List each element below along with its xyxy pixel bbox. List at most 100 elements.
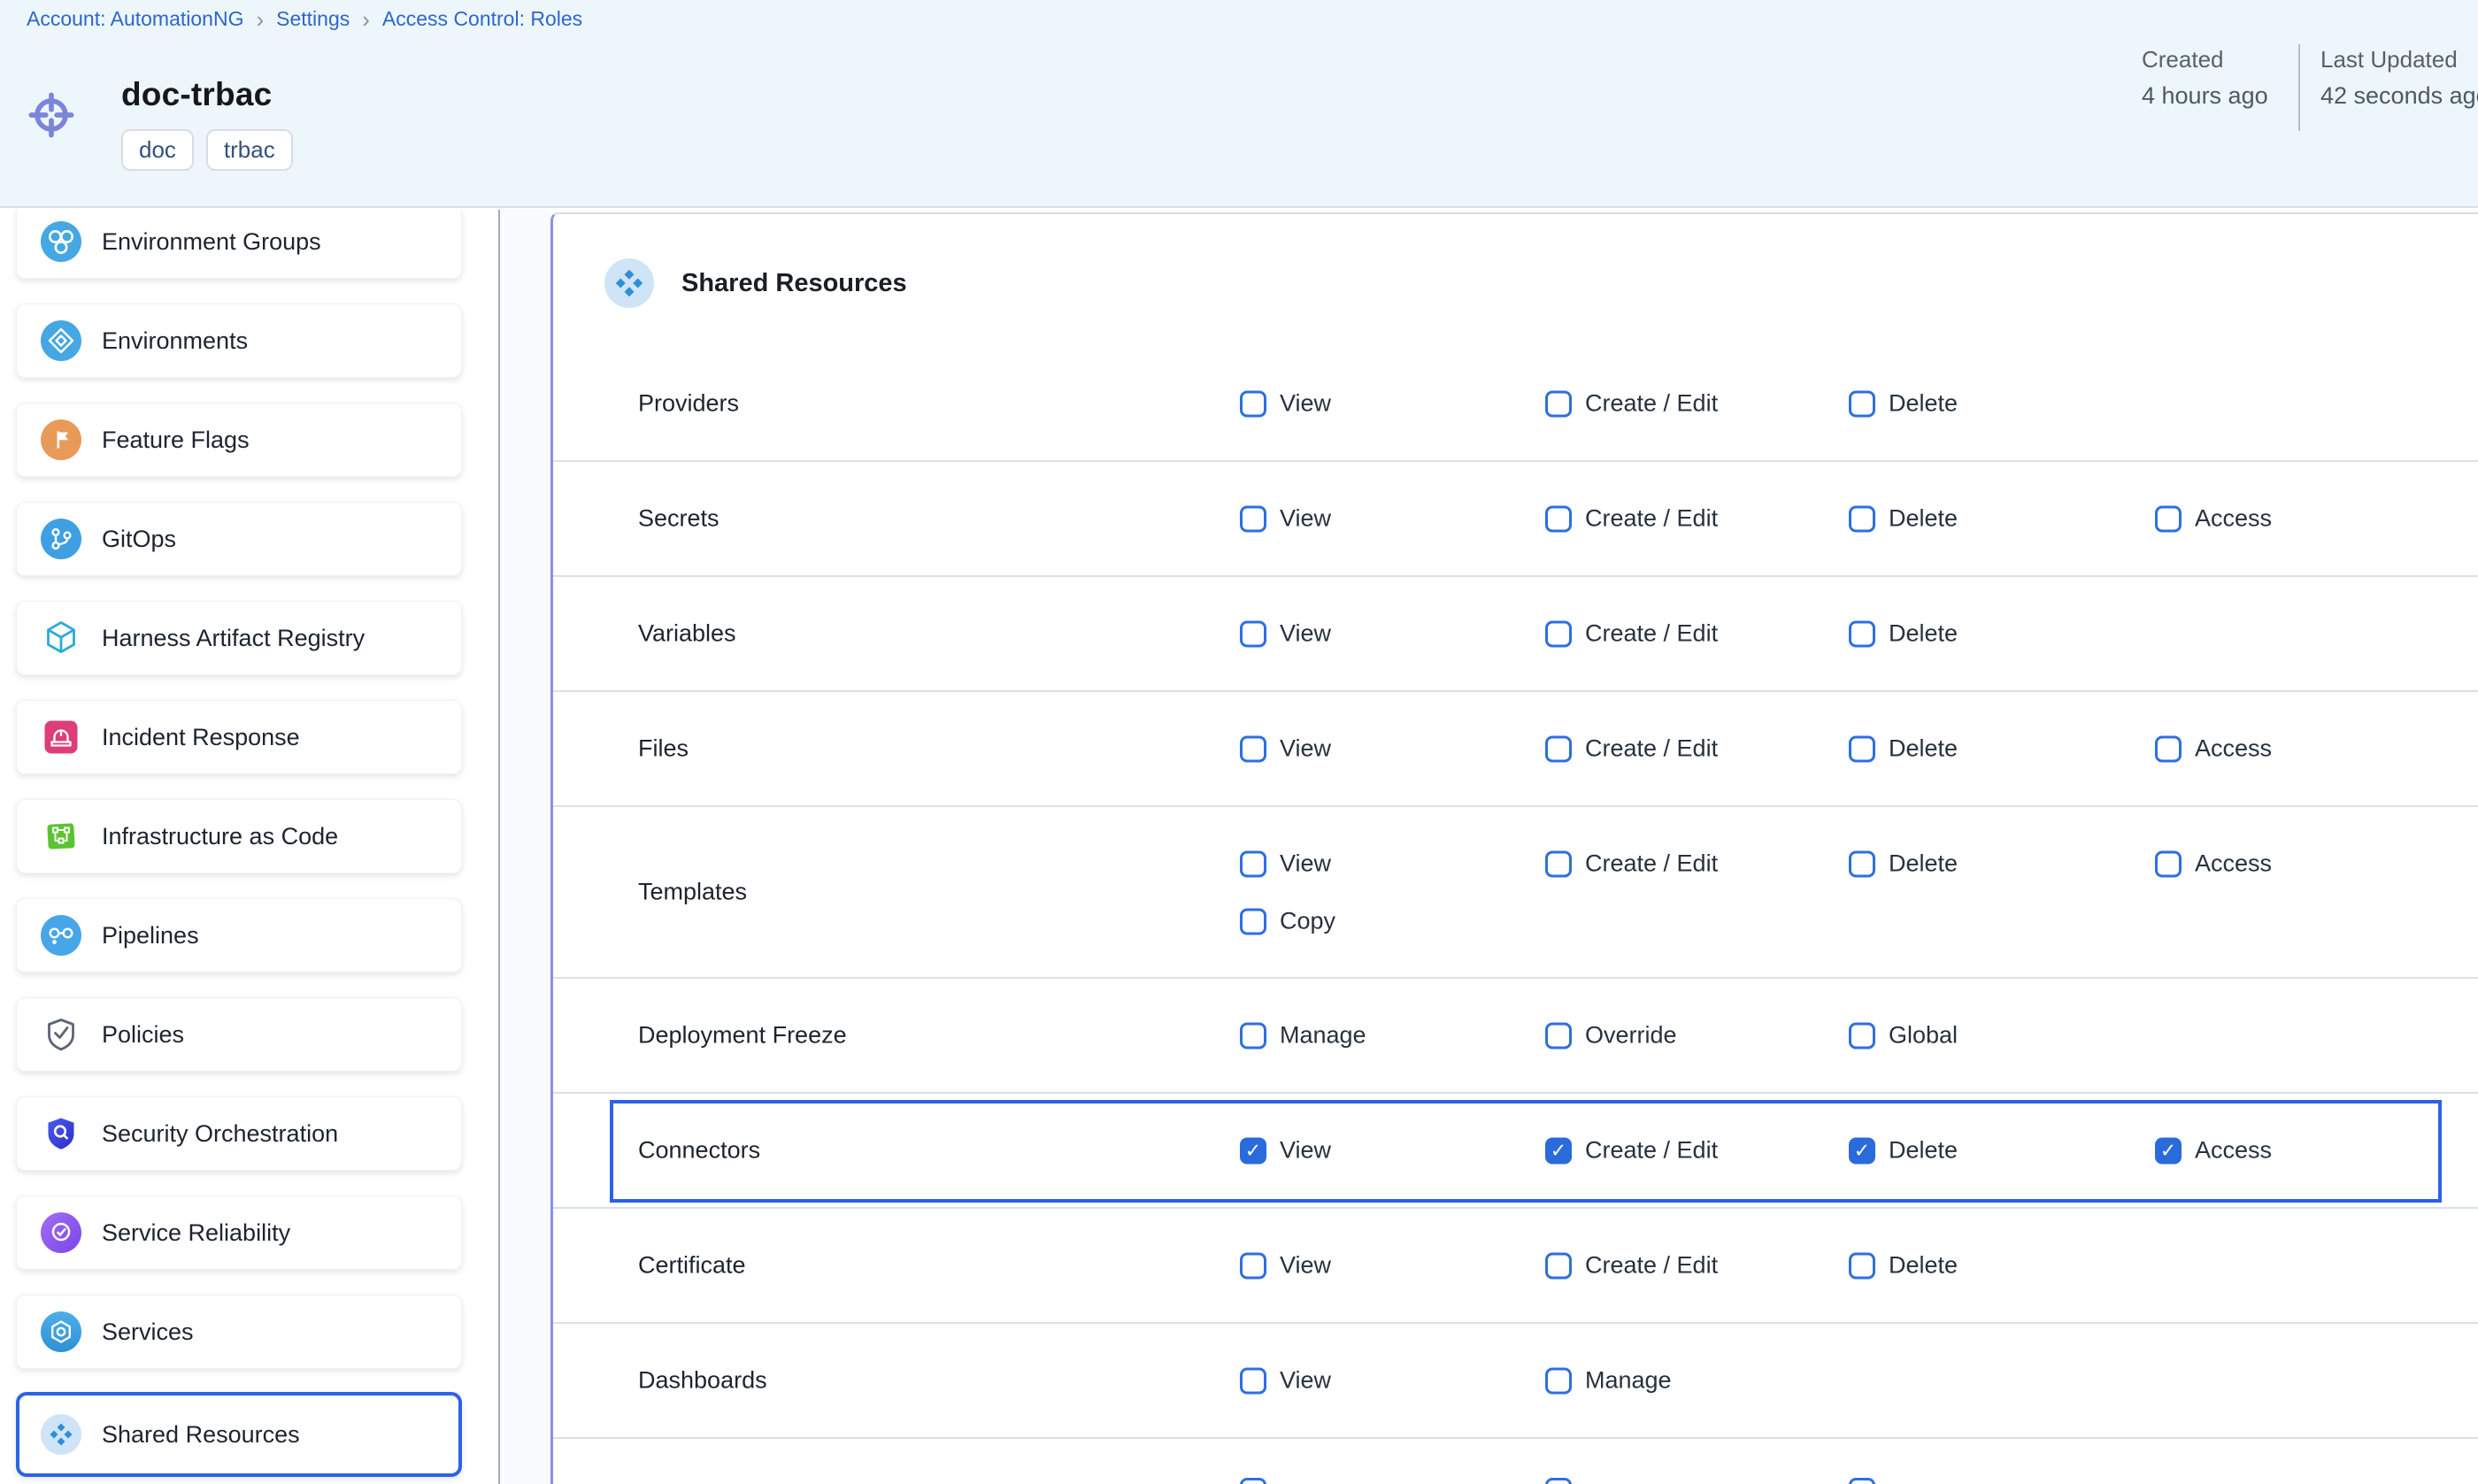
table-row-variables: Variables View Create / Edit Delete [553,577,2478,692]
permission-copy: Copy [1240,908,1335,935]
access-checkbox[interactable] [2155,505,2182,532]
sidebar-item-label: Infrastructure as Code [102,823,338,850]
view-checkbox[interactable] [1240,620,1266,647]
override-checkbox[interactable] [1545,1022,1572,1049]
sidebar-item-security-orchestration[interactable]: Security Orchestration [16,1096,462,1171]
row-label: Templates [638,879,747,906]
sidebar-item-label: Environments [102,327,248,355]
sidebar-item-environments[interactable]: Environments [16,304,462,378]
table-row-connectors: Connectors View Create / Edit Delete Acc… [553,1094,2478,1209]
artifact-registry-icon [41,618,81,658]
permission-view: View [1240,505,1331,533]
breadcrumb-account-link[interactable]: Account: AutomationNG [27,7,243,31]
policies-icon [41,1014,81,1055]
create-edit-checkbox[interactable] [1545,1252,1572,1279]
delete-checkbox[interactable] [1849,850,1875,877]
checkbox-label: Delete [1889,390,1958,418]
checkbox-label: Override [1585,1022,1677,1050]
checkbox-label: Create / Edit [1585,505,1718,533]
permission-view: View [1240,850,1331,878]
access-checkbox[interactable] [2155,1137,2182,1164]
permission-global: Global [1849,1022,1958,1050]
panel-heading: Shared Resources [604,258,907,308]
create-edit-checkbox[interactable] [1545,1137,1572,1164]
view-checkbox[interactable] [1240,1367,1266,1394]
create-edit-checkbox[interactable] [1545,505,1572,532]
row-label: Connectors [638,1137,760,1165]
table-row-secrets: Secrets View Create / Edit Delete Access [553,462,2478,577]
create-edit-checkbox[interactable] [1545,735,1572,762]
sidebar-item-feature-flags[interactable]: Feature Flags [16,403,462,477]
created-label: Created [2142,46,2268,73]
sidebar-item-incident-response[interactable]: Incident Response [16,700,462,774]
checkbox-label: Manage [1585,1367,1672,1395]
breadcrumb-settings-link[interactable]: Settings [276,7,350,31]
permission-view: View [1240,620,1331,648]
role-tags: doc trbac [121,129,293,171]
delete-checkbox[interactable] [1849,505,1875,532]
checkbox[interactable] [1849,1478,1875,1484]
checkbox-label: View [1280,390,1331,418]
access-checkbox[interactable] [2155,735,2182,762]
permission-create-edit: Create / Edit [1545,850,1718,878]
gitops-icon [41,519,81,559]
create-edit-checkbox[interactable] [1545,620,1572,647]
checkbox[interactable] [1545,1478,1572,1484]
view-checkbox[interactable] [1240,850,1266,877]
global-checkbox[interactable] [1849,1022,1875,1049]
create-edit-checkbox[interactable] [1545,390,1572,417]
view-checkbox[interactable] [1240,735,1266,762]
create-edit-checkbox[interactable] [1545,850,1572,877]
sidebar-item-infrastructure-as-code[interactable]: Infrastructure as Code [16,799,462,873]
checkbox-label: View [1280,620,1331,648]
created-value: 4 hours ago [2142,82,2268,110]
sidebar-item-label: Policies [102,1021,184,1049]
sidebar-item-label: Incident Response [102,724,300,751]
view-checkbox[interactable] [1240,1252,1266,1279]
checkbox-label: Access [2195,850,2272,878]
permission-access: Access [2155,850,2272,878]
permission-manage: Manage [1545,1367,1672,1395]
view-checkbox[interactable] [1240,1137,1266,1164]
checkbox-label: Delete [1889,505,1958,533]
delete-checkbox[interactable] [1849,735,1875,762]
permission-delete: Delete [1849,850,1958,878]
breadcrumb-access-control-roles-link[interactable]: Access Control: Roles [382,7,582,31]
sidebar-item-gitops[interactable]: GitOps [16,502,462,576]
sidebar-item-label: Feature Flags [102,427,250,454]
last-updated-label: Last Updated [2320,46,2478,73]
permission-create-edit: Create / Edit [1545,1137,1718,1165]
access-checkbox[interactable] [2155,850,2182,877]
delete-checkbox[interactable] [1849,1137,1875,1164]
checkbox-label: View [1280,1252,1331,1280]
manage-checkbox[interactable] [1240,1022,1266,1049]
environments-icon [41,320,81,361]
sidebar-item-environment-groups[interactable]: Environment Groups [16,210,462,279]
sidebar-item-policies[interactable]: Policies [16,997,462,1072]
chevron-right-icon: › [360,8,372,31]
copy-checkbox[interactable] [1240,908,1266,934]
feature-flags-icon [41,419,81,460]
delete-checkbox[interactable] [1849,620,1875,647]
delete-checkbox[interactable] [1849,390,1875,417]
sidebar-item-pipelines[interactable]: Pipelines [16,898,462,973]
sidebar-item-harness-artifact-registry[interactable]: Harness Artifact Registry [16,601,462,675]
checkbox-label: Create / Edit [1585,620,1718,648]
manage-checkbox[interactable] [1545,1367,1572,1394]
checkbox[interactable] [1240,1478,1266,1484]
view-checkbox[interactable] [1240,390,1266,417]
shared-resources-icon [41,1414,81,1455]
sidebar-item-shared-resources[interactable]: Shared Resources [16,1392,462,1477]
permission-create-edit: Create / Edit [1545,390,1718,418]
checkbox-label: Global [1889,1022,1958,1050]
row-label: Providers [638,390,739,418]
permission-create-edit: Create / Edit [1545,1252,1718,1280]
delete-checkbox[interactable] [1849,1252,1875,1279]
role-target-icon [21,85,81,145]
permission-cell [1545,1478,1572,1484]
sidebar-item-services[interactable]: Services [16,1295,462,1369]
view-checkbox[interactable] [1240,505,1266,532]
checkbox-label: Delete [1889,1137,1958,1165]
sidebar-item-service-reliability[interactable]: Service Reliability [16,1196,462,1270]
permission-delete: Delete [1849,735,1958,763]
